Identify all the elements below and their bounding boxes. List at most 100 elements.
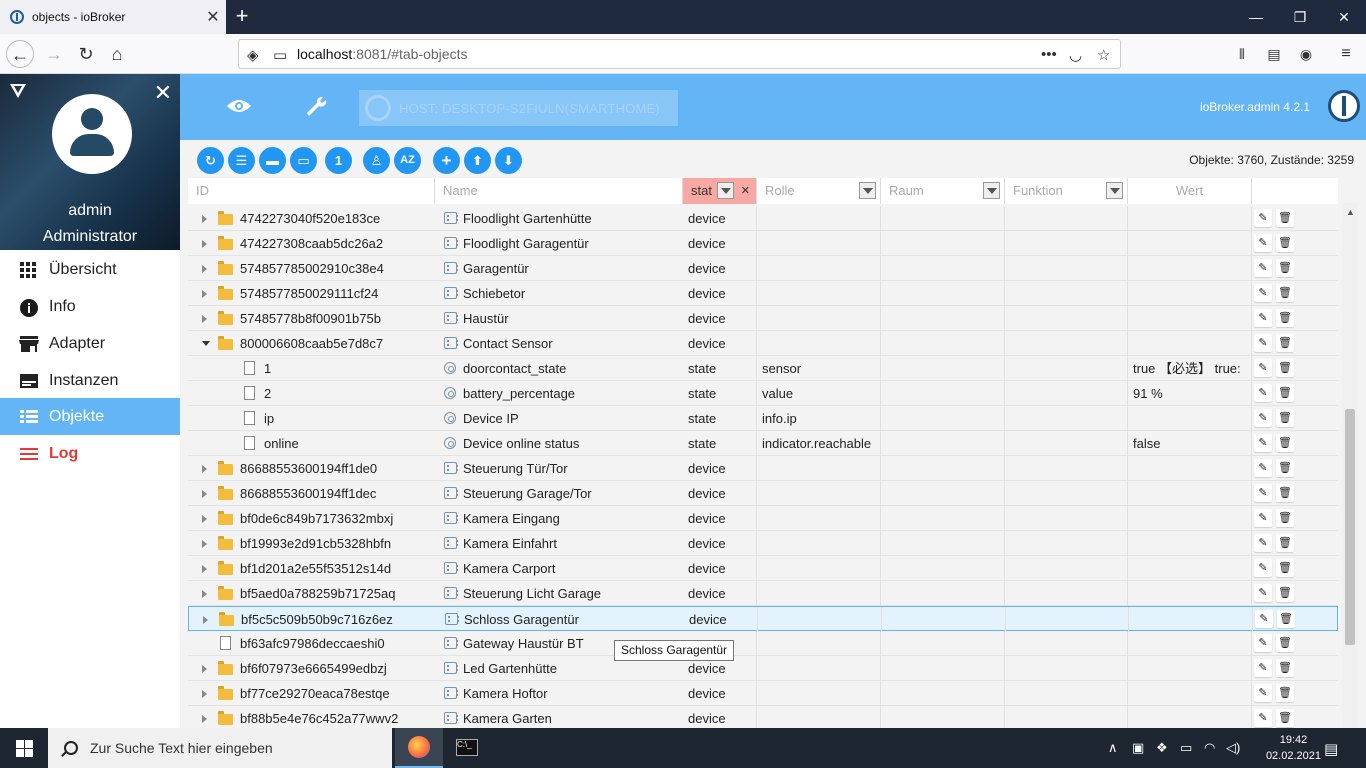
tray-expand-icon[interactable]: ∧ [1108,740,1118,756]
download-button[interactable]: ⬇ [495,147,522,174]
table-row[interactable]: 5748577850029111cf24 Schiebetor device ✎ 🗑 [188,281,1338,306]
table-row[interactable]: bf0de6c849b7173632mbxj Kamera Eingang devi… [188,506,1338,531]
filter-type[interactable]: stat ✕ [683,178,757,204]
pocket-icon[interactable]: ◡ [1069,46,1082,64]
role-dropdown-icon[interactable] [859,182,876,199]
edit-icon[interactable]: ✎ [1254,434,1272,452]
home-icon[interactable]: ⌂ [103,40,131,68]
library-icon[interactable]: ⫴ [1228,40,1256,68]
new-tab-button[interactable]: + [230,4,254,28]
table-row[interactable]: 574857785002910c38e4 Garagentür device ✎ 🗑 [188,256,1338,281]
table-row[interactable]: 4742273040f520e183ce Floodlight Gartenhüt… [188,206,1338,231]
notification-icon[interactable]: ▤ [1324,740,1338,758]
minimize-button[interactable]: — [1234,0,1278,34]
sidebar-item-instanzen[interactable]: Instanzen [0,362,180,399]
table-row[interactable]: 57485778b8f00901b75b Haustür device ✎ 🗑 [188,306,1338,331]
delete-icon[interactable]: 🗑 [1276,409,1294,427]
table-row[interactable]: ip Device IP state info.ip ✎ 🗑 [188,406,1338,431]
wifi-icon[interactable]: ◠ [1204,740,1215,756]
table-row[interactable]: bf19993e2d91cb5328hbfn Kamera Einfahrt dev… [188,531,1338,556]
table-row[interactable]: bf77ce29270eaca78estqe Kamera Hoftor devic… [188,681,1338,706]
sidebar-toggle-icon[interactable]: ▤ [1260,40,1288,68]
edit-icon[interactable]: ✎ [1254,534,1272,552]
table-row[interactable]: 1 doorcontact_state state sensor true 【必选】 t… [188,356,1338,381]
expand-arrow-icon[interactable] [202,565,207,573]
level-one-button[interactable]: 1 [325,147,352,174]
url-bar[interactable]: ◈ ▭ localhost:8081/#tab-objects ••• ◡ ☆ [238,39,1121,69]
collapse-folder-button[interactable]: ▭ [290,147,317,174]
expand-arrow-icon[interactable] [202,290,207,298]
expand-arrow-icon[interactable] [202,215,207,223]
expand-arrow-icon[interactable] [203,616,208,624]
expand-arrow-icon[interactable] [202,540,207,548]
reload-icon[interactable]: ↻ [72,40,100,68]
sidebar-item-log[interactable]: Log [0,435,180,472]
edit-icon[interactable]: ✎ [1254,209,1272,227]
delete-icon[interactable]: 🗑 [1276,584,1294,602]
bookmark-star-icon[interactable]: ☆ [1097,46,1110,64]
table-row[interactable]: online Device online status state indicator… [188,431,1338,456]
account-icon[interactable]: ◉ [1292,40,1320,68]
delete-icon[interactable]: 🗑 [1276,209,1294,227]
back-icon[interactable]: ← [6,40,34,68]
window-close-button[interactable]: ✕ [1322,0,1366,34]
host-selector[interactable]: HOST: DESKTOP-S2FIULN(SMARTHOME) [359,90,678,126]
filter-id[interactable]: ID [188,178,435,204]
delete-icon[interactable]: 🗑 [1276,284,1294,302]
expand-arrow-icon[interactable] [202,590,207,598]
delete-icon[interactable]: 🗑 [1276,434,1294,452]
filter-name[interactable]: Name [435,178,683,204]
collapse-arrow-icon[interactable] [202,341,210,346]
expand-folder-button[interactable]: ▬ [259,147,286,174]
shield-icon[interactable]: ◈ [247,46,259,64]
edit-icon[interactable]: ✎ [1254,684,1272,702]
edit-icon[interactable]: ✎ [1254,559,1272,577]
expand-arrow-icon[interactable] [202,465,207,473]
edit-icon[interactable]: ✎ [1254,659,1272,677]
battery-icon[interactable]: ▭ [1180,740,1192,756]
scroll-up-icon[interactable]: ▲ [1346,207,1355,217]
edit-icon[interactable]: ✎ [1254,634,1272,652]
delete-icon[interactable]: 🗑 [1276,234,1294,252]
expand-arrow-icon[interactable] [202,265,207,273]
delete-icon[interactable]: 🗑 [1276,359,1294,377]
taskbar-search[interactable]: Zur Suche Text hier eingeben [48,728,392,768]
delete-icon[interactable]: 🗑 [1276,634,1294,652]
type-dropdown-icon[interactable] [717,182,734,199]
edit-icon[interactable]: ✎ [1255,610,1273,628]
meet-now-icon[interactable]: ▣ [1132,740,1144,756]
restore-button[interactable]: ❐ [1278,0,1322,34]
grid-scrollbar[interactable]: ▲ [1342,203,1358,728]
iobroker-logo-icon[interactable] [1328,90,1360,122]
filter-role[interactable]: Rolle [757,178,881,204]
edit-icon[interactable]: ✎ [1254,334,1272,352]
sidebar-item-objekte[interactable]: Objekte [0,398,180,435]
delete-icon[interactable]: 🗑 [1276,559,1294,577]
edit-icon[interactable]: ✎ [1254,484,1272,502]
forward-icon[interactable]: → [40,40,68,68]
firefox-taskbar-icon[interactable] [395,728,443,768]
delete-icon[interactable]: 🗑 [1276,459,1294,477]
expand-arrow-icon[interactable] [202,315,207,323]
sidebar-item-uebersicht[interactable]: Übersicht [0,251,180,288]
filter-room[interactable]: Raum [881,178,1005,204]
clear-filter-icon[interactable]: ✕ [741,178,750,204]
edit-icon[interactable]: ✎ [1254,309,1272,327]
eye-icon[interactable] [226,96,252,116]
more-icon[interactable]: ••• [1041,46,1057,63]
tab-close-icon[interactable]: ✕ [200,7,226,27]
edit-icon[interactable]: ✎ [1254,709,1272,727]
volume-icon[interactable]: ◁) [1226,740,1240,756]
delete-icon[interactable]: 🗑 [1276,309,1294,327]
expand-arrow-icon[interactable] [202,715,207,723]
expand-arrow-icon[interactable] [202,240,207,248]
table-row[interactable]: 800006608caab5e7d8c7 Contact Sensor device… [188,331,1338,356]
expert-mode-button[interactable]: ♙ [363,147,390,174]
table-row[interactable]: 2 battery_percentage state value 91 % ✎ 🗑 [188,381,1338,406]
delete-icon[interactable]: 🗑 [1276,484,1294,502]
edit-icon[interactable]: ✎ [1254,259,1272,277]
scrollbar-thumb[interactable] [1345,409,1355,645]
table-row[interactable]: bf6f07973e6665499edbzj Led Gartenhütte dev… [188,656,1338,681]
edit-icon[interactable]: ✎ [1254,359,1272,377]
delete-icon[interactable]: 🗑 [1276,334,1294,352]
